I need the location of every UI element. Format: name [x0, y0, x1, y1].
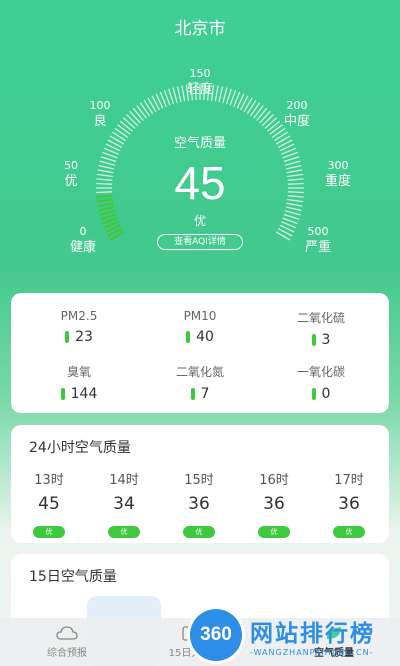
city-title[interactable]: 北京市: [0, 14, 400, 39]
aqi-level: 优: [193, 214, 206, 228]
level-bar-icon: [311, 334, 316, 346]
aqi-detail-button[interactable]: 查看AQI详情: [157, 234, 243, 250]
gauge-tick: [225, 88, 232, 105]
gauge-label-150: 150 轻度: [186, 67, 213, 97]
gauge-tick: [139, 102, 151, 117]
gauge-tick: [253, 105, 264, 119]
aqi-value: 45: [174, 157, 226, 209]
watermark: 360 网站排行榜 -WANGZHANPAIHANG.CN-: [190, 604, 400, 666]
pollutant-no2[interactable]: 二氧化氮 7: [140, 363, 260, 404]
gauge-tick: [259, 110, 271, 124]
aqi-badge: 优: [183, 526, 215, 538]
hour-item[interactable]: 14时 34 优: [94, 469, 154, 538]
aqi-gauge: 0 健康 50 优 100 良 150 轻度 200 中度 300 重度 500 严重 空气质…: [0, 60, 400, 290]
pollutant-o3[interactable]: 臭氧 144: [19, 363, 139, 404]
watermark-text: 网站排行榜: [250, 620, 375, 647]
level-bar-icon: [60, 388, 65, 400]
gauge-label-200: 200 中度: [283, 99, 310, 129]
hour-item[interactable]: 16时 36 优: [244, 469, 304, 538]
aqi-badge: 优: [258, 526, 290, 538]
hourly-aqi-card: 24小时空气质量 13时 45 优 14时 34 优 15时 36 优 16时 …: [11, 425, 389, 543]
hourly-title: 24小时空气质量: [29, 440, 131, 456]
gauge-tick: [246, 99, 257, 115]
pollutant-pm10[interactable]: PM10 40: [140, 309, 260, 347]
pollutant-co[interactable]: 一氧化碳 0: [261, 363, 381, 404]
aqi-badge: 优: [108, 526, 140, 538]
watermark-subtext: -WANGZHANPAIHANG.CN-: [250, 647, 374, 657]
gauge-tick: [122, 117, 136, 129]
gauge-tick: [136, 105, 147, 119]
gauge-tick: [132, 107, 144, 122]
gauge-tick: [168, 88, 175, 105]
gauge-tick: [126, 114, 139, 127]
gauge-tick: [249, 102, 261, 117]
daily-title: 15日空气质量: [29, 569, 117, 585]
gauge-tick: [143, 99, 154, 115]
hour-item[interactable]: 15时 36 优: [169, 469, 229, 538]
cloud-icon: [56, 626, 78, 640]
gauge-tick: [256, 107, 268, 122]
gauge-tick: [129, 110, 141, 124]
level-bar-icon: [186, 331, 191, 343]
level-bar-icon: [311, 388, 316, 400]
level-bar-icon: [65, 331, 70, 343]
aqi-badge: 优: [33, 526, 65, 538]
pollutants-card: PM2.5 23 PM10 40 二氧化硫 3 臭氧 144 二氧化氮 7 一氧…: [11, 293, 389, 413]
level-bar-icon: [190, 388, 195, 400]
nav-item-forecast[interactable]: 综合预报: [27, 624, 107, 659]
aqi-badge: 优: [333, 526, 365, 538]
watermark-logo: 360: [190, 609, 242, 661]
pollutant-so2[interactable]: 二氧化硫 3: [261, 309, 381, 350]
gauge-label-100: 100 良: [89, 99, 111, 129]
hour-item[interactable]: 13时 45 优: [19, 469, 79, 538]
hour-item[interactable]: 17时 36 优: [319, 469, 379, 538]
gauge-title: 空气质量: [173, 136, 226, 151]
pollutant-pm25[interactable]: PM2.5 23: [19, 309, 139, 347]
